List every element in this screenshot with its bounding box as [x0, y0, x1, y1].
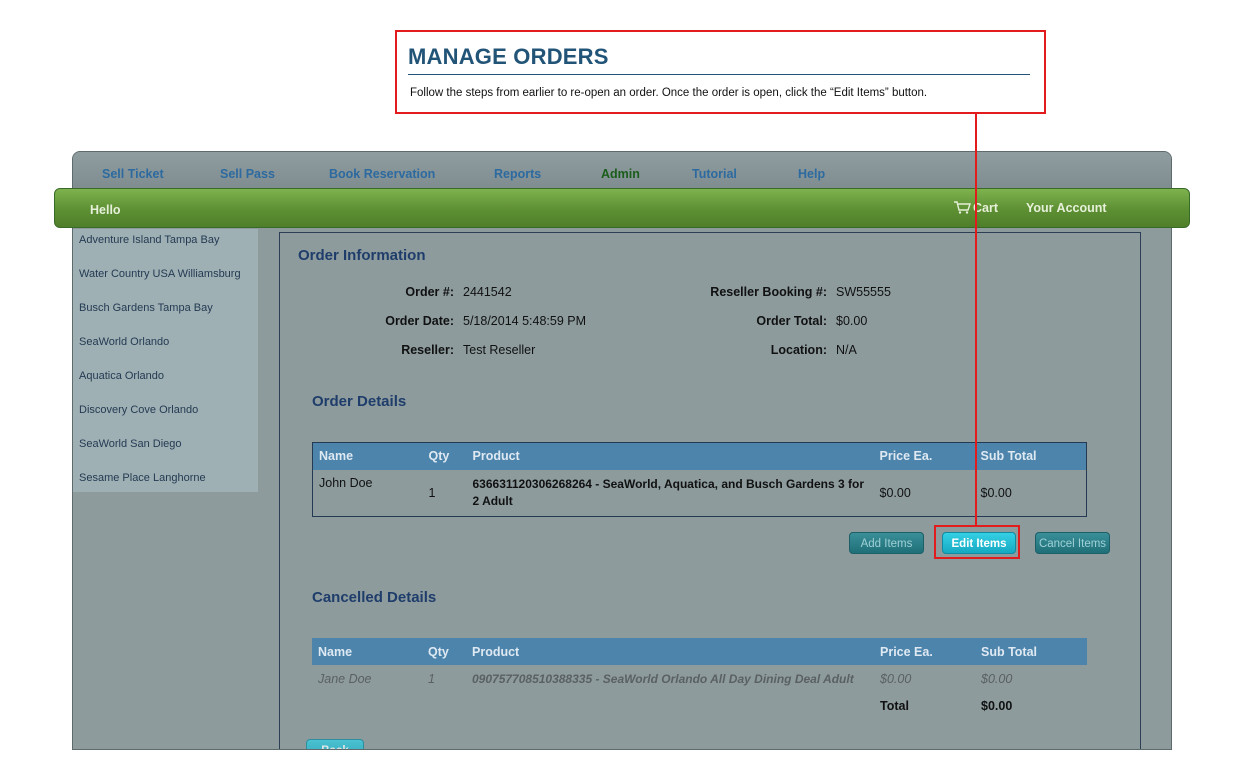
nav-admin[interactable]: Admin [601, 167, 640, 181]
top-nav: Sell Ticket Sell Pass Book Reservation R… [73, 152, 1171, 190]
order-date-label: Order Date: [385, 314, 454, 328]
cart-icon[interactable] [953, 200, 971, 214]
instruction-callout: MANAGE ORDERS Follow the steps from earl… [395, 30, 1046, 114]
column-header-product: Product [466, 442, 874, 470]
location-label: Location: [770, 343, 827, 357]
column-header-product: Product [466, 638, 874, 665]
column-header-name: Name [312, 442, 423, 470]
column-header-name: Name [312, 638, 422, 665]
table-row: Jane Doe 1 090757708510388335 - SeaWorld… [312, 665, 1087, 692]
sidebar-item-water-country[interactable]: Water Country USA Williamsburg [79, 268, 241, 280]
order-number-value: 2441542 [463, 285, 512, 299]
reseller-label: Reseller: [401, 343, 454, 357]
booking-number-value: SW55555 [836, 285, 891, 299]
sidebar-item-aquatica-orlando[interactable]: Aquatica Orlando [79, 370, 164, 382]
sidebar-item-adventure-island[interactable]: Adventure Island Tampa Bay [79, 234, 219, 246]
row-qty: 1 [428, 485, 436, 500]
order-total-label: Order Total: [756, 314, 827, 328]
user-bar: Hello Cart Your Account [54, 188, 1190, 228]
order-total-value: $0.00 [836, 314, 868, 328]
edit-items-highlight [934, 525, 1020, 559]
nav-reports[interactable]: Reports [494, 167, 541, 181]
nav-book-reservation[interactable]: Book Reservation [329, 167, 435, 181]
table-row: John Doe 1 636631120306268264 - SeaWorld… [313, 470, 1087, 517]
row-subtotal: $0.00 [980, 485, 1012, 500]
your-account-link[interactable]: Your Account [1026, 201, 1107, 215]
reseller-value: Test Reseller [463, 343, 536, 357]
order-date-value: 5/18/2014 5:48:59 PM [463, 314, 587, 328]
row-product: 636631120306268264 - SeaWorld, Aquatica,… [472, 476, 865, 508]
back-button[interactable]: Back [306, 739, 364, 749]
order-details-heading: Order Details [312, 393, 407, 410]
callout-title: MANAGE ORDERS [408, 44, 609, 69]
callout-text: Follow the steps from earlier to re-open… [410, 87, 928, 99]
sidebar: Adventure Island Tampa Bay Water Country… [73, 229, 258, 492]
total-row: Total $0.00 [312, 692, 1087, 719]
callout-divider [408, 74, 1030, 75]
nav-help[interactable]: Help [798, 167, 825, 181]
app-window: Sell Ticket Sell Pass Book Reservation R… [72, 151, 1172, 750]
row-product: 090757708510388335 - SeaWorld Orlando Al… [472, 671, 854, 686]
row-subtotal: $0.00 [981, 671, 1013, 686]
column-header-qty: Qty [422, 638, 466, 665]
greeting: Hello [90, 203, 121, 217]
booking-number-label: Reseller Booking #: [710, 285, 827, 299]
column-header-price: Price Ea. [873, 442, 975, 470]
sidebar-item-seaworld-san-diego[interactable]: SeaWorld San Diego [79, 438, 182, 450]
row-price: $0.00 [879, 485, 911, 500]
total-label: Total [880, 698, 909, 713]
column-header-price: Price Ea. [874, 638, 975, 665]
sidebar-item-busch-gardens[interactable]: Busch Gardens Tampa Bay [79, 302, 213, 314]
cancel-items-button[interactable]: Cancel Items [1035, 532, 1110, 554]
cancelled-details-table: Name Qty Product Price Ea. Sub Total Jan… [312, 638, 1087, 719]
nav-tutorial[interactable]: Tutorial [692, 167, 737, 181]
order-panel: Order Information Order #: 2441542 Order… [279, 232, 1141, 749]
order-details-table: Name Qty Product Price Ea. Sub Total Joh… [312, 442, 1087, 517]
sidebar-item-discovery-cove[interactable]: Discovery Cove Orlando [79, 404, 198, 416]
sidebar-item-sesame-place[interactable]: Sesame Place Langhorne [79, 472, 206, 484]
cancelled-details-heading: Cancelled Details [312, 589, 437, 606]
total-value: $0.00 [981, 698, 1013, 713]
nav-sell-pass[interactable]: Sell Pass [220, 167, 275, 181]
row-name: Jane Doe [318, 671, 372, 686]
callout-connector-line [975, 113, 977, 527]
nav-sell-ticket[interactable]: Sell Ticket [102, 167, 164, 181]
column-header-subtotal: Sub Total [974, 442, 1087, 470]
sidebar-item-seaworld-orlando[interactable]: SeaWorld Orlando [79, 336, 169, 348]
order-information-heading: Order Information [298, 247, 426, 264]
add-items-button[interactable]: Add Items [849, 532, 924, 554]
row-name: John Doe [319, 475, 373, 490]
column-header-qty: Qty [422, 442, 467, 470]
column-header-subtotal: Sub Total [975, 638, 1087, 665]
order-number-label: Order #: [405, 285, 454, 299]
row-price: $0.00 [880, 671, 912, 686]
location-value: N/A [836, 343, 857, 357]
row-qty: 1 [428, 671, 435, 686]
